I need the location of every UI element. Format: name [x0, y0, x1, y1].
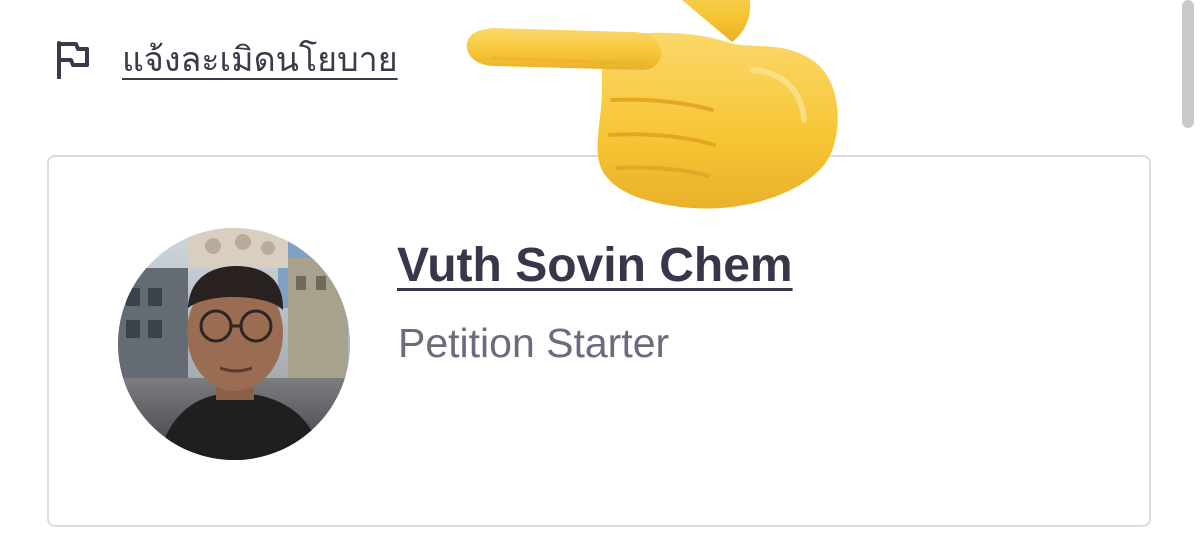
avatar[interactable] [118, 228, 350, 460]
flag-icon [56, 41, 90, 79]
scrollbar-thumb[interactable] [1182, 0, 1194, 128]
report-policy-link[interactable]: แจ้งละเมิดนโยบาย [122, 36, 398, 84]
starter-role: Petition Starter [398, 320, 670, 366]
starter-name-link[interactable]: Vuth Sovin Chem [397, 238, 793, 294]
report-row[interactable]: แจ้งละเมิดนโยบาย [56, 36, 398, 84]
pointing-hand-emoji-icon [452, 0, 852, 220]
